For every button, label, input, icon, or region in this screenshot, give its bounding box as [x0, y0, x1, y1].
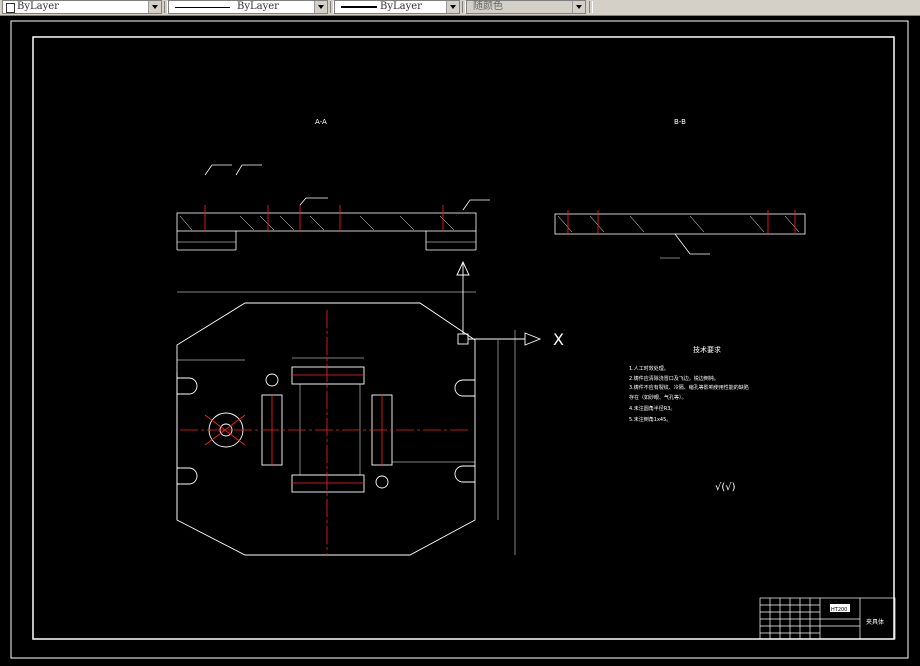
plan-view [176, 260, 542, 556]
chevron-down-icon[interactable] [446, 1, 459, 13]
lineweight-preview-icon [341, 6, 377, 8]
chevron-down-icon[interactable] [314, 1, 327, 13]
title-material: HT200 [831, 607, 847, 613]
sheet-inner-border [32, 36, 895, 640]
title-part-name: 夹具体 [866, 618, 884, 626]
color-value: ByLayer [17, 1, 59, 12]
lineweight-dropdown[interactable]: ByLayer [334, 0, 460, 14]
axis-x-label: X [553, 330, 564, 349]
chevron-down-icon[interactable] [148, 1, 161, 13]
plotstyle-dropdown[interactable]: 随颜色 [466, 0, 586, 14]
toolbar-divider [589, 1, 593, 13]
notes-title: 技术要求 [693, 345, 721, 354]
drawing-canvas[interactable]: A-A B-B X 技术要求 1.人工时效处理。 2.铸件应清除浇冒口及飞边，锐… [0, 15, 920, 662]
note-line: 5.未注倒角1x45。 [629, 416, 671, 423]
section-a-label: A-A [315, 118, 327, 126]
plan-center-lines [180, 310, 470, 555]
color-dropdown[interactable]: ByLayer [2, 0, 162, 14]
linetype-preview-icon [175, 7, 230, 8]
section-b-view [554, 210, 806, 259]
plotstyle-value: 随颜色 [473, 1, 503, 12]
section-b-label: B-B [674, 118, 686, 126]
linetype-dropdown[interactable]: ByLayer [168, 0, 328, 14]
color-swatch-icon [6, 3, 15, 13]
note-line: 1.人工时效处理。 [629, 365, 669, 372]
note-line: 存在（如砂眼、气孔等）。 [629, 394, 687, 401]
roughness-symbol: √(√) [715, 482, 736, 493]
note-line: 2.铸件应清除浇冒口及飞边，锐边倒钝。 [629, 375, 719, 382]
linetype-value: ByLayer [237, 1, 279, 12]
chevron-down-icon[interactable] [572, 1, 585, 13]
technical-notes: 技术要求 1.人工时效处理。 2.铸件应清除浇冒口及飞边，锐边倒钝。 3.铸件不… [629, 345, 749, 423]
cad-drawing: A-A B-B X 技术要求 1.人工时效处理。 2.铸件应清除浇冒口及飞边，锐… [10, 20, 909, 659]
note-line: 3.铸件不应有裂纹、冷隔、缩孔等影响使用性能的缺陷 [629, 384, 749, 391]
properties-toolbar: ByLayer ByLayer ByLayer 随颜色 [0, 0, 920, 16]
lineweight-value: ByLayer [380, 1, 422, 12]
sheet-outer-border [10, 20, 909, 659]
section-a-view [176, 164, 490, 251]
note-line: 4.未注圆角半径R3。 [629, 405, 675, 412]
